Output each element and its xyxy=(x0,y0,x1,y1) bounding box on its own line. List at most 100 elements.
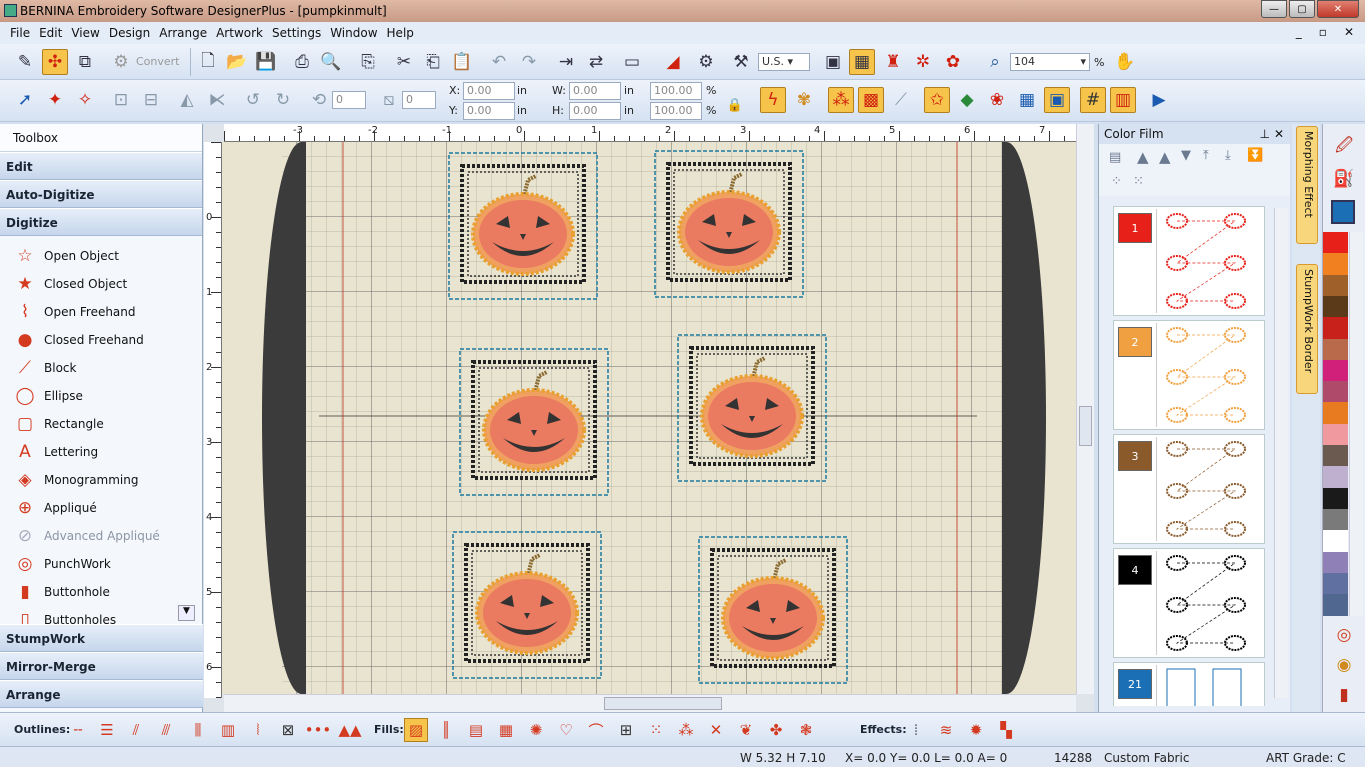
group-arrange[interactable]: Arrange xyxy=(0,680,203,708)
group-edit[interactable]: Edit xyxy=(0,152,202,180)
palette-swatch[interactable] xyxy=(1323,445,1348,467)
color-shapes-icon[interactable]: ◆ xyxy=(954,87,980,113)
knife-icon[interactable]: ⟋ xyxy=(888,87,914,113)
stitch-type-icon[interactable]: ϟ xyxy=(760,87,786,113)
zoom-input[interactable]: 104 ▾ xyxy=(1010,53,1090,71)
color-film-row[interactable]: 2 xyxy=(1113,320,1265,430)
pumpkin-design[interactable] xyxy=(698,536,848,684)
digitize-item[interactable]: ◈ Monogramming xyxy=(12,469,138,491)
artwork-view-icon[interactable]: ✎ xyxy=(12,49,38,75)
menu-settings[interactable]: Settings xyxy=(272,26,321,40)
digitize-item[interactable]: ⌇ Open Freehand xyxy=(12,301,136,323)
palette-swatch[interactable] xyxy=(1323,253,1348,276)
redo-icon[interactable]: ↷ xyxy=(516,49,542,75)
digitize-item[interactable]: ● Closed Freehand xyxy=(12,329,144,351)
triple-stitch-icon[interactable]: ☰ xyxy=(95,718,119,742)
color-swatch[interactable]: 3 xyxy=(1118,441,1152,471)
color-swatch[interactable]: 21 xyxy=(1118,669,1152,699)
stitch-grid-icon[interactable]: ▩ xyxy=(858,87,884,113)
color-film-scrollbar[interactable] xyxy=(1274,208,1288,698)
print-icon[interactable]: ⎙ xyxy=(289,49,315,75)
palette-swatch[interactable] xyxy=(1323,402,1348,425)
pumpkin-design[interactable] xyxy=(459,348,609,496)
copy-icon[interactable]: ⎗ xyxy=(420,49,446,75)
group-icon[interactable]: ⊡ xyxy=(108,87,134,113)
digitize-item[interactable]: ▮ Buttonhole xyxy=(12,581,110,603)
move-last-icon[interactable]: ⤓ xyxy=(1225,148,1231,163)
rotate-45-icon[interactable]: ↻ xyxy=(270,87,296,113)
group-mirror-merge[interactable]: Mirror-Merge xyxy=(0,652,203,680)
palette-swatch[interactable] xyxy=(1323,572,1348,595)
menu-window[interactable]: Window xyxy=(330,26,377,40)
palette-swatch[interactable] xyxy=(1323,487,1348,510)
mirror-v-icon[interactable]: ⧔ xyxy=(204,87,230,113)
sketch-fill-icon[interactable]: ❦ xyxy=(734,718,758,742)
digitize-item[interactable]: A Lettering xyxy=(12,441,98,463)
close-button[interactable]: ✕ xyxy=(1317,0,1359,18)
x-field[interactable]: 0.00 xyxy=(463,82,515,100)
move-up-one-icon[interactable]: ▲ xyxy=(1159,148,1171,166)
x-fill-icon[interactable]: ✕ xyxy=(704,718,728,742)
palette-scrollbar[interactable] xyxy=(1349,232,1363,616)
motif-outline-icon[interactable]: ▲▲ xyxy=(338,718,362,742)
florentine-icon[interactable]: ≋ xyxy=(934,718,958,742)
palette-swatch[interactable] xyxy=(1323,530,1348,553)
digitize-item[interactable]: ⟋ Block xyxy=(12,357,76,379)
show-artwork-icon[interactable]: ▣ xyxy=(820,49,846,75)
color-film-row[interactable]: 1 xyxy=(1113,206,1265,316)
triangle-fill-icon[interactable]: ⁂ xyxy=(674,718,698,742)
w-field[interactable]: 0.00 xyxy=(569,82,621,100)
color-swatch[interactable]: 1 xyxy=(1118,213,1152,243)
palette-swatch[interactable] xyxy=(1323,466,1348,489)
palette-swatch[interactable] xyxy=(1323,551,1348,574)
menu-artwork[interactable]: Artwork xyxy=(216,26,263,40)
show-all-icon[interactable]: ✿ xyxy=(940,49,966,75)
color-swatch[interactable]: 4 xyxy=(1118,555,1152,585)
digitize-item[interactable]: ⊕ Appliqué xyxy=(12,497,97,519)
pumpkin-design[interactable] xyxy=(677,334,827,482)
palette-swatch[interactable] xyxy=(1323,508,1348,531)
zoom-icon[interactable]: ⌕ xyxy=(982,49,1008,75)
stamp-icon[interactable]: ♜ xyxy=(880,49,906,75)
palette-swatch[interactable] xyxy=(1323,232,1348,254)
rotate-value[interactable]: 0 xyxy=(332,91,366,109)
panel-close-icon[interactable]: ✕ xyxy=(1274,124,1284,144)
cut-icon[interactable]: ✂ xyxy=(391,49,417,75)
eyedropper-icon[interactable]: 🖉 xyxy=(1331,134,1357,160)
contour-fill-icon[interactable]: ⌒ xyxy=(584,718,608,742)
palette-swatch[interactable] xyxy=(1323,317,1348,340)
tools-icon[interactable]: ⚒ xyxy=(728,49,754,75)
menu-help[interactable]: Help xyxy=(387,26,414,40)
reshape-icon[interactable]: ✦ xyxy=(42,87,68,113)
group-stumpwork[interactable]: StumpWork xyxy=(0,624,203,652)
fill-pattern-icon[interactable]: ⁂ xyxy=(828,87,854,113)
digitize-item[interactable]: ▢ Rectangle xyxy=(12,413,104,435)
satin-fill-icon[interactable]: ║ xyxy=(434,718,458,742)
digitize-item[interactable]: ⊘ Advanced Appliqué xyxy=(12,525,160,547)
satin-column-icon[interactable]: ▥ xyxy=(216,718,240,742)
print-preview-icon[interactable]: 🔍 xyxy=(318,49,344,75)
satin-outline-icon[interactable]: ⫽ xyxy=(124,718,148,742)
running-stitch-icon[interactable]: ╌ xyxy=(66,718,90,742)
digitize-item[interactable]: ◎ PunchWork xyxy=(12,553,111,575)
tab-stumpwork-border[interactable]: StumpWork Border xyxy=(1296,264,1318,394)
digitize-item[interactable]: ☆ Open Object xyxy=(12,245,119,267)
pan-hand-icon[interactable]: ✋ xyxy=(1112,49,1138,75)
trapunto-icon[interactable]: ⦙ xyxy=(904,718,928,742)
color-swatch[interactable]: 2 xyxy=(1118,327,1152,357)
digitize-item[interactable]: ▯ Buttonholes xyxy=(12,609,116,624)
h-field[interactable]: 0.00 xyxy=(569,102,621,120)
open-icon[interactable]: 📂 xyxy=(224,49,250,75)
save-icon[interactable]: 💾 xyxy=(253,49,279,75)
paint-bucket-icon[interactable]: ⛽ xyxy=(1331,166,1357,192)
scale-w-field[interactable]: 100.00 xyxy=(650,82,702,100)
vertical-scroll-thumb[interactable] xyxy=(1079,406,1092,446)
slant-value[interactable]: 0 xyxy=(402,91,436,109)
pumpkin-design[interactable] xyxy=(452,531,602,679)
thread-spool-icon[interactable]: ▮ xyxy=(1331,682,1357,708)
overview-icon[interactable]: ⧉ xyxy=(72,49,98,75)
select-icon[interactable]: ➚ xyxy=(12,87,38,113)
digitize-item[interactable]: ★ Closed Object xyxy=(12,273,127,295)
gear-effect-icon[interactable]: ✹ xyxy=(964,718,988,742)
convert-icon[interactable]: ⚙ xyxy=(108,49,134,75)
